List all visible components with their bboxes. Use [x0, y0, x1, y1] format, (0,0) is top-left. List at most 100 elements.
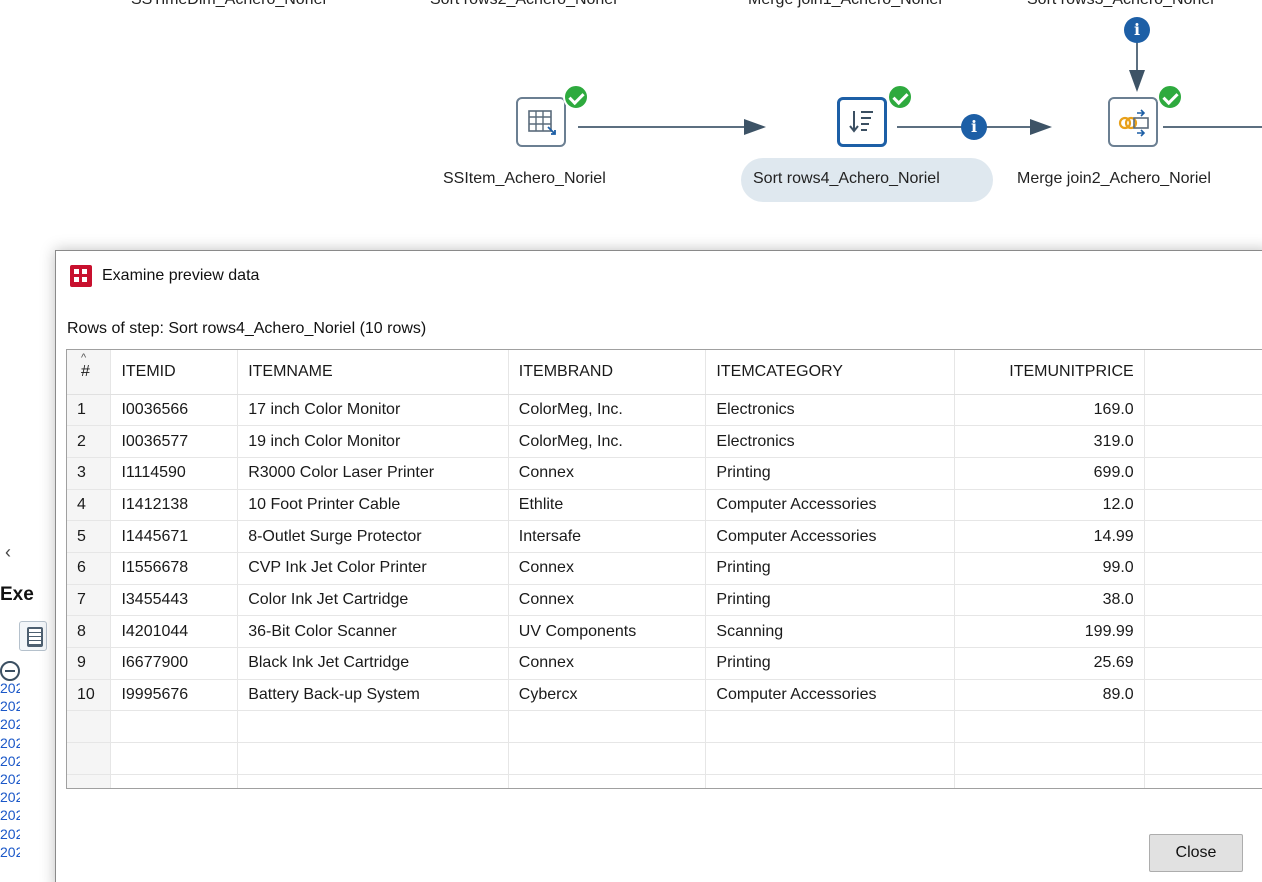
close-button[interactable]: Close — [1149, 834, 1243, 872]
empty-cell[interactable] — [954, 742, 1145, 775]
empty-cell[interactable] — [705, 710, 955, 744]
table-row[interactable]: 6 I1556678 CVP Ink Jet Color Printer Connex… — [67, 552, 1262, 585]
column-header-itemcategory[interactable]: ITEMCATEGORY — [705, 350, 955, 395]
table-cell[interactable]: 12.0 — [954, 489, 1145, 522]
table-cell[interactable]: I4201044 — [110, 615, 239, 648]
empty-cell[interactable] — [67, 742, 112, 775]
table-cell[interactable]: I3455443 — [110, 584, 239, 617]
empty-cell[interactable] — [1144, 520, 1262, 553]
empty-table-row[interactable] — [67, 710, 1262, 744]
column-header-itembrand[interactable]: ITEMBRAND — [508, 350, 707, 395]
row-number-cell[interactable]: 7 — [67, 584, 112, 617]
table-cell[interactable]: 699.0 — [954, 457, 1145, 490]
table-row[interactable]: 5 I1445671 8-Outlet Surge Protector Intersa… — [67, 520, 1262, 553]
table-cell[interactable]: Connex — [508, 552, 707, 585]
empty-cell[interactable] — [110, 710, 239, 744]
empty-cell[interactable] — [705, 774, 955, 788]
table-row[interactable]: 4 I1412138 10 Foot Printer Cable Ethlite Com… — [67, 489, 1262, 522]
column-header-itemunitprice[interactable]: ITEMUNITPRICE — [954, 350, 1145, 395]
empty-cell[interactable] — [1144, 584, 1262, 617]
table-cell[interactable]: I1556678 — [110, 552, 239, 585]
empty-cell[interactable] — [110, 774, 239, 788]
table-cell[interactable]: ColorMeg, Inc. — [508, 425, 707, 458]
row-number-cell[interactable]: 6 — [67, 552, 112, 585]
empty-cell[interactable] — [705, 742, 955, 775]
hop-line-merge-out[interactable] — [1163, 126, 1262, 128]
empty-cell[interactable] — [1144, 679, 1262, 712]
table-row[interactable]: 2 I0036577 19 inch Color Monitor ColorMeg, … — [67, 425, 1262, 458]
table-cell[interactable]: UV Components — [508, 615, 707, 648]
hop-line-vertical[interactable] — [1136, 38, 1138, 72]
table-cell[interactable]: Black Ink Jet Cartridge — [237, 647, 509, 680]
table-cell[interactable]: Ethlite — [508, 489, 707, 522]
empty-cell[interactable] — [1144, 457, 1262, 490]
scroll-left-arrow[interactable]: ‹ — [5, 542, 11, 563]
empty-cell[interactable] — [1144, 394, 1262, 427]
table-cell[interactable]: Connex — [508, 647, 707, 680]
dialog-title-bar[interactable]: Examine preview data — [70, 263, 259, 289]
empty-cell[interactable] — [508, 710, 707, 744]
table-cell[interactable]: R3000 Color Laser Printer — [237, 457, 509, 490]
row-number-cell[interactable]: 5 — [67, 520, 112, 553]
column-header-rownum[interactable]: ^ # — [67, 350, 112, 395]
step-sort-rows4[interactable] — [837, 97, 887, 147]
table-row[interactable]: 9 I6677900 Black Ink Jet Cartridge Connex Pr… — [67, 647, 1262, 680]
empty-cell[interactable] — [1144, 552, 1262, 585]
table-cell[interactable]: 8-Outlet Surge Protector — [237, 520, 509, 553]
table-cell[interactable]: 89.0 — [954, 679, 1145, 712]
table-cell[interactable]: 25.69 — [954, 647, 1145, 680]
empty-cell[interactable] — [508, 774, 707, 788]
table-cell[interactable]: I0036577 — [110, 425, 239, 458]
hop-info-icon[interactable]: i — [1124, 17, 1150, 43]
empty-cell[interactable] — [1144, 647, 1262, 680]
row-number-cell[interactable]: 8 — [67, 615, 112, 648]
preview-table-container[interactable]: ^ # ITEMID ITEMNAME ITEMBRAND ITEMCATEGOR… — [66, 349, 1262, 789]
table-cell[interactable]: I6677900 — [110, 647, 239, 680]
table-cell[interactable]: Printing — [705, 457, 955, 490]
table-cell[interactable]: 10 Foot Printer Cable — [237, 489, 509, 522]
table-cell[interactable]: Computer Accessories — [705, 679, 955, 712]
table-cell[interactable]: Computer Accessories — [705, 520, 955, 553]
row-number-cell[interactable]: 4 — [67, 489, 112, 522]
table-row[interactable]: 8 I4201044 36-Bit Color Scanner UV Componen… — [67, 615, 1262, 648]
table-cell[interactable]: Computer Accessories — [705, 489, 955, 522]
column-header-itemid[interactable]: ITEMID — [110, 350, 239, 395]
table-cell[interactable]: Intersafe — [508, 520, 707, 553]
table-cell[interactable]: Cybercx — [508, 679, 707, 712]
table-row[interactable]: 7 I3455443 Color Ink Jet Cartridge Connex Pr… — [67, 584, 1262, 617]
empty-cell[interactable] — [237, 742, 509, 775]
table-cell[interactable]: I1412138 — [110, 489, 239, 522]
table-cell[interactable]: 14.99 — [954, 520, 1145, 553]
table-cell[interactable]: 17 inch Color Monitor — [237, 394, 509, 427]
table-cell[interactable]: Scanning — [705, 615, 955, 648]
empty-cell[interactable] — [237, 710, 509, 744]
row-number-cell[interactable]: 9 — [67, 647, 112, 680]
logging-tab-icon[interactable] — [19, 621, 47, 651]
empty-cell[interactable] — [1144, 615, 1262, 648]
table-cell[interactable]: Printing — [705, 584, 955, 617]
row-number-cell[interactable]: 3 — [67, 457, 112, 490]
table-row[interactable]: 1 I0036566 17 inch Color Monitor ColorMeg, … — [67, 394, 1262, 427]
empty-cell[interactable] — [1144, 425, 1262, 458]
table-row[interactable]: 3 I1114590 R3000 Color Laser Printer Connex… — [67, 457, 1262, 490]
step-merge-join2[interactable] — [1108, 97, 1158, 147]
empty-table-row[interactable] — [67, 742, 1262, 775]
table-cell[interactable]: 169.0 — [954, 394, 1145, 427]
table-cell[interactable]: 36-Bit Color Scanner — [237, 615, 509, 648]
empty-cell[interactable] — [1144, 774, 1262, 788]
table-cell[interactable]: 19 inch Color Monitor — [237, 425, 509, 458]
empty-cell[interactable] — [954, 710, 1145, 744]
empty-cell[interactable] — [1144, 710, 1262, 744]
hop-info-icon[interactable]: i — [961, 114, 987, 140]
empty-cell[interactable] — [237, 774, 509, 788]
table-cell[interactable]: Electronics — [705, 425, 955, 458]
empty-cell[interactable] — [67, 710, 112, 744]
table-cell[interactable]: 38.0 — [954, 584, 1145, 617]
row-number-cell[interactable]: 10 — [67, 679, 112, 712]
table-cell[interactable]: Printing — [705, 552, 955, 585]
table-cell[interactable]: I9995676 — [110, 679, 239, 712]
column-header-itemname[interactable]: ITEMNAME — [237, 350, 509, 395]
empty-cell[interactable] — [508, 742, 707, 775]
empty-cell[interactable] — [110, 742, 239, 775]
table-cell[interactable]: Printing — [705, 647, 955, 680]
